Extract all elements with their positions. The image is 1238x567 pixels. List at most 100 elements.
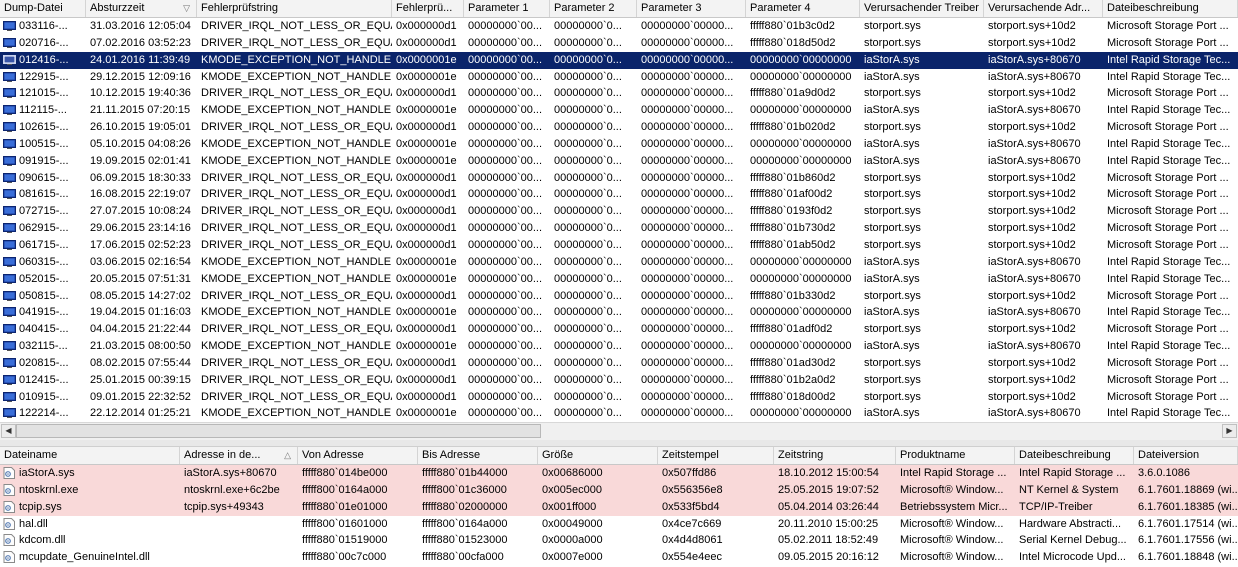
driver-cell: 3.6.0.1086	[1138, 467, 1190, 479]
dump-column-header[interactable]: Parameter 4	[746, 0, 860, 17]
dump-cell: 00000000`00000000	[750, 137, 852, 150]
dump-row[interactable]: 012416-... 24.01.2016 11:39:49 KMODE_EXCEP…	[0, 51, 1238, 69]
dump-row[interactable]: 062915-... 29.06.2015 23:14:16 DRIVER_IRQL…	[0, 220, 1238, 237]
dump-row[interactable]: 012415-... 25.01.2015 00:39:15 DRIVER_IRQL…	[0, 372, 1238, 389]
dump-row[interactable]: 061715-... 17.06.2015 02:52:23 DRIVER_IRQL…	[0, 237, 1238, 254]
dump-cell: Intel Rapid Storage Tec...	[1107, 70, 1231, 83]
dump-cell: 00000000`00000...	[641, 306, 734, 319]
dump-column-header[interactable]: Fehlerprüfstring	[197, 0, 392, 17]
scroll-left-button[interactable]: ◀	[1, 424, 16, 438]
dump-column-header[interactable]: Dateibeschreibung	[1103, 0, 1238, 17]
dump-row[interactable]: 033116-... 31.03.2016 12:05:04 DRIVER_IRQL…	[0, 18, 1238, 35]
scrollbar-thumb[interactable]	[16, 424, 541, 438]
dump-row[interactable]: 020716-... 07.02.2016 03:52:23 DRIVER_IRQL…	[0, 35, 1238, 52]
dump-cell: Intel Rapid Storage Tec...	[1107, 53, 1231, 66]
driver-cell: 0x4ce7c669	[662, 517, 722, 530]
dump-cell: fffff880`01b730d2	[750, 222, 836, 235]
dump-column-header[interactable]: Fehlerprü...	[392, 0, 464, 17]
dump-filename: 060315-...	[19, 255, 69, 268]
dump-cell: 00000000`00...	[468, 104, 543, 117]
driver-cell: NT Kernel & System	[1019, 483, 1119, 496]
pane-splitter[interactable]	[0, 440, 1238, 447]
dump-cell: Intel Rapid Storage Tec...	[1107, 272, 1231, 285]
dump-row[interactable]: 060315-... 03.06.2015 02:16:54 KMODE_EXCEP…	[0, 254, 1238, 271]
driver-column-header[interactable]: Dateiname	[0, 447, 180, 464]
dump-row[interactable]: 041915-... 19.04.2015 01:16:03 KMODE_EXCEP…	[0, 304, 1238, 321]
dump-cell: storport.sys	[864, 238, 921, 251]
horizontal-scrollbar[interactable]: ◀ ▶	[0, 422, 1238, 441]
dump-column-header[interactable]: Parameter 1	[464, 0, 550, 17]
dump-cell: iaStorA.sys	[864, 104, 920, 117]
dump-cell: 050815-...	[0, 288, 86, 305]
dump-row[interactable]: 122915-... 29.12.2015 12:09:16 KMODE_EXCEP…	[0, 69, 1238, 86]
dump-row[interactable]: 040415-... 04.04.2015 21:22:44 DRIVER_IRQL…	[0, 321, 1238, 338]
dump-cell: 00000000`00000000	[750, 272, 852, 285]
dump-cell: 0x0000001e	[396, 306, 457, 319]
dump-cell: iaStorA.sys+80670	[988, 407, 1081, 420]
dump-column-header[interactable]: Parameter 3	[637, 0, 746, 17]
dump-cell: 03.06.2015 02:16:54	[90, 255, 191, 268]
driver-column-header[interactable]: Dateibeschreibung	[1015, 447, 1134, 464]
driver-table-body: iaStorA.sys iaStorA.sys+80670 fffff880`014…	[0, 465, 1238, 566]
dump-column-header[interactable]: Parameter 2	[550, 0, 637, 17]
dump-cell: 17.06.2015 02:52:23	[90, 238, 191, 251]
dump-cell: 00000000`00...	[468, 323, 543, 336]
driver-row[interactable]: mcupdate_GenuineIntel.dll fffff880`00c7c0…	[0, 549, 1238, 566]
dump-column-header[interactable]: Absturzzeit ▽	[86, 0, 197, 17]
driver-cell: Microsoft® Window...	[900, 483, 1004, 496]
dump-row[interactable]: 081615-... 16.08.2015 22:19:07 DRIVER_IRQL…	[0, 186, 1238, 203]
dump-cell: 0x000000d1	[396, 20, 457, 32]
dump-cell: 07.02.2016 03:52:23	[90, 36, 191, 49]
driver-column-header[interactable]: Von Adresse	[298, 447, 418, 464]
crash-dump-table-header: Dump-Datei Absturzzeit ▽ Fehlerprüfstring Fe…	[0, 0, 1238, 18]
dump-column-header[interactable]: Dump-Datei	[0, 0, 86, 17]
driver-row[interactable]: ntoskrnl.exe ntoskrnl.exe+6c2be fffff800`0…	[0, 481, 1238, 499]
dump-row[interactable]: 102615-... 26.10.2015 19:05:01 DRIVER_IRQL…	[0, 119, 1238, 136]
dump-row[interactable]: 121015-... 10.12.2015 19:40:36 DRIVER_IRQL…	[0, 85, 1238, 102]
dump-row[interactable]: 100515-... 05.10.2015 04:08:26 KMODE_EXCEP…	[0, 136, 1238, 153]
dump-cell: 00000000`00000...	[641, 53, 734, 66]
driver-column-header[interactable]: Zeitstring	[774, 447, 896, 464]
dump-row[interactable]: 090615-... 06.09.2015 18:30:33 DRIVER_IRQL…	[0, 170, 1238, 187]
dump-cell: Microsoft Storage Port ...	[1107, 222, 1229, 235]
driver-cell: Intel Rapid Storage ...	[1019, 467, 1126, 479]
dump-row[interactable]: 091915-... 19.09.2015 02:01:41 KMODE_EXCEP…	[0, 153, 1238, 170]
driver-column-header[interactable]: Größe	[538, 447, 658, 464]
dump-cell: iaStorA.sys+80670	[988, 137, 1081, 150]
driver-row[interactable]: hal.dll fffff800`01601000 fffff800`0164a00…	[0, 516, 1238, 533]
driver-column-header[interactable]: Produktname	[896, 447, 1015, 464]
dump-row[interactable]: 020815-... 08.02.2015 07:55:44 DRIVER_IRQL…	[0, 355, 1238, 372]
dump-row[interactable]: 112115-... 21.11.2015 07:20:15 KMODE_EXCEP…	[0, 102, 1238, 119]
dump-cell: 05.10.2015 04:08:26	[90, 137, 191, 150]
dump-cell: 00000000`00...	[468, 121, 543, 134]
dump-cell: DRIVER_IRQL_NOT_LESS_OR_EQUAL	[201, 87, 392, 100]
driver-row[interactable]: kdcom.dll fffff880`01519000 fffff880`01523…	[0, 532, 1238, 549]
driver-column-header[interactable]: Bis Adresse	[418, 447, 538, 464]
dump-column-header[interactable]: Verursachende Adr...	[984, 0, 1103, 17]
dump-row[interactable]: 010915-... 09.01.2015 22:32:52 DRIVER_IRQL…	[0, 389, 1238, 406]
dump-cell: storport.sys	[864, 289, 921, 302]
driver-cell: 6.1.7601.18848 (wi...	[1138, 551, 1238, 564]
dump-cell: 0x000000d1	[396, 222, 457, 235]
driver-column-header[interactable]: Zeitstempel	[658, 447, 774, 464]
driver-cell: 0x005ec000	[542, 483, 602, 496]
driver-column-header[interactable]: Dateiversion	[1134, 447, 1238, 464]
dump-row[interactable]: 032115-... 21.03.2015 08:00:50 KMODE_EXCEP…	[0, 338, 1238, 355]
driver-column-header[interactable]: Adresse in de... △	[180, 447, 298, 464]
scroll-right-button[interactable]: ▶	[1222, 424, 1237, 438]
driver-row[interactable]: tcpip.sys tcpip.sys+49343 fffff880`01e0100…	[0, 498, 1238, 516]
dump-row[interactable]: 050815-... 08.05.2015 14:27:02 DRIVER_IRQL…	[0, 288, 1238, 305]
dump-row[interactable]: 072715-... 27.07.2015 10:08:24 DRIVER_IRQL…	[0, 203, 1238, 220]
dump-row[interactable]: 122214-... 22.12.2014 01:25:21 KMODE_EXCEP…	[0, 405, 1238, 422]
column-header-label: Dateiname	[4, 449, 58, 461]
dump-cell: DRIVER_IRQL_NOT_LESS_OR_EQUAL	[201, 289, 392, 302]
dump-row[interactable]: 052015-... 20.05.2015 07:51:31 KMODE_EXCEP…	[0, 271, 1238, 288]
dump-filename: 122915-...	[19, 70, 69, 83]
dump-cell: 00000000`00000...	[641, 20, 734, 32]
dump-cell: 012415-...	[0, 372, 86, 389]
dump-cell: DRIVER_IRQL_NOT_LESS_OR_EQUAL	[201, 373, 392, 386]
dump-cell: 072715-...	[0, 203, 86, 220]
dump-cell: DRIVER_IRQL_NOT_LESS_OR_EQUAL	[201, 222, 392, 235]
dump-column-header[interactable]: Verursachender Treiber	[860, 0, 984, 17]
driver-row[interactable]: iaStorA.sys iaStorA.sys+80670 fffff880`014…	[0, 465, 1238, 482]
